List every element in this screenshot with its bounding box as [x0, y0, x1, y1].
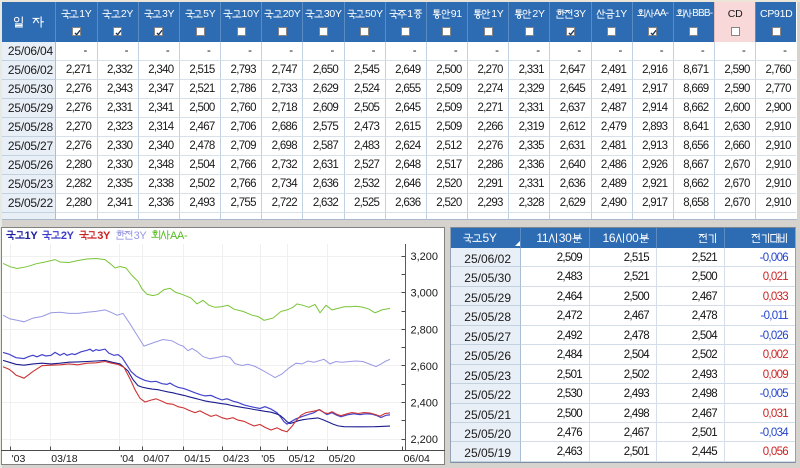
- svg-text:04/23: 04/23: [223, 453, 249, 465]
- svg-text:04/15: 04/15: [184, 453, 210, 465]
- svg-text:2,800: 2,800: [410, 324, 438, 336]
- svg-text:04/07: 04/07: [143, 453, 169, 465]
- svg-text:05/20: 05/20: [329, 453, 355, 465]
- svg-text:3,000: 3,000: [410, 288, 438, 300]
- svg-text:2,600: 2,600: [410, 361, 438, 373]
- svg-text:06/04: 06/04: [404, 453, 430, 465]
- svg-text:2,400: 2,400: [410, 398, 438, 410]
- svg-text:03/18: 03/18: [51, 453, 77, 465]
- svg-text:05/12: 05/12: [289, 453, 315, 465]
- svg-text:2,200: 2,200: [410, 434, 438, 446]
- svg-text:'03: '03: [12, 453, 26, 465]
- svg-text:'04: '04: [120, 453, 134, 465]
- svg-text:3,200: 3,200: [410, 251, 438, 263]
- svg-text:'05: '05: [261, 453, 275, 465]
